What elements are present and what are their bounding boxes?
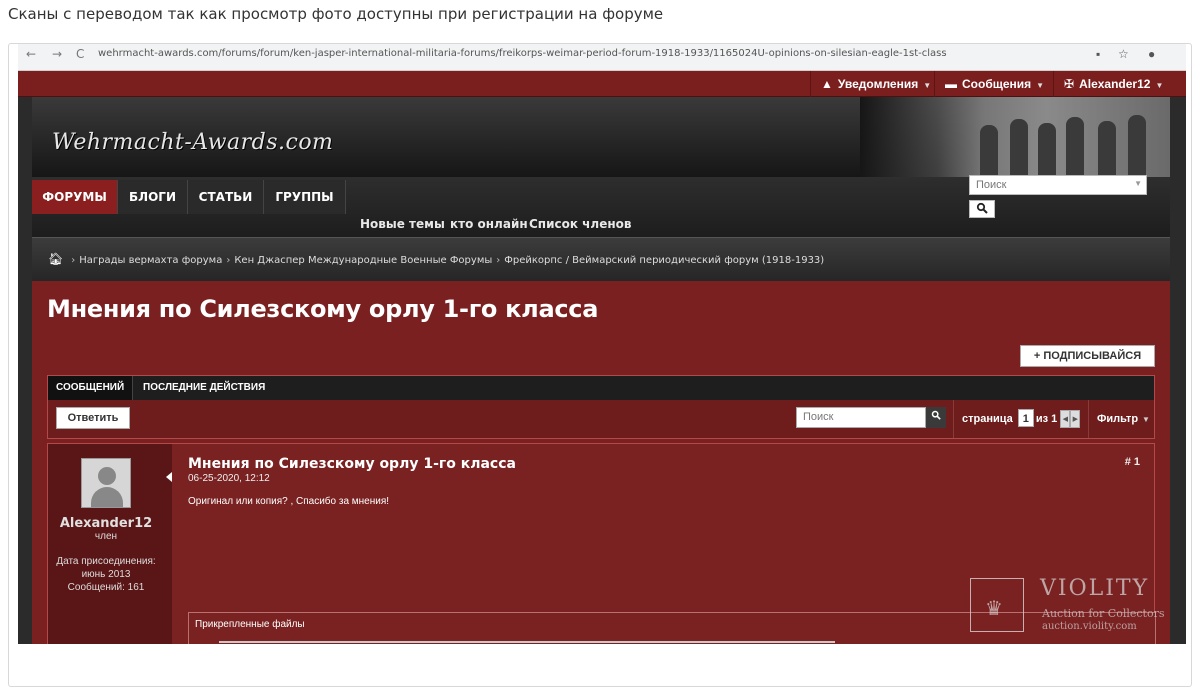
- header-photo: [860, 97, 1170, 177]
- watermark-site: auction.violity.com: [1042, 621, 1137, 632]
- star-icon[interactable]: ☆: [1118, 47, 1129, 61]
- post-title: Мнения по Силезскому орлу 1-го класса: [188, 456, 516, 472]
- subnav-who-online[interactable]: кто онлайн: [450, 217, 528, 231]
- address-bar[interactable]: wehrmacht-awards.com/forums/forum/ken-ja…: [98, 48, 947, 59]
- site-logo[interactable]: Wehrmacht-Awards.com: [52, 130, 333, 155]
- thread-panel: СООБЩЕНИЙ ПОСЛЕДНИЕ ДЕЙСТВИЯ Ответить По…: [47, 375, 1155, 439]
- post-author-name[interactable]: Alexander12: [48, 516, 164, 531]
- crown-icon: ♛: [985, 598, 1003, 620]
- subnav-new-topics[interactable]: Новые темы: [360, 217, 445, 231]
- thread-search-button[interactable]: [926, 407, 946, 428]
- filter-menu[interactable]: Фильтр ▼: [1088, 400, 1156, 438]
- post-author-role: член: [94, 531, 118, 542]
- notifications-label: Уведомления: [837, 77, 919, 91]
- post-caption: Сканы с переводом так как просмотр фото …: [8, 5, 664, 23]
- page-label: страница: [962, 413, 1013, 425]
- iron-cross-icon: ✠: [1064, 77, 1075, 91]
- breadcrumb-item[interactable]: Фрейкорпс / Веймарский периодический фор…: [504, 255, 824, 266]
- attachments-label: Прикрепленные файлы: [195, 619, 305, 630]
- bell-icon: ▲: [821, 77, 833, 91]
- back-icon[interactable]: ←: [26, 47, 36, 61]
- tab-latest-activity[interactable]: ПОСЛЕДНИЕ ДЕЙСТВИЯ: [135, 376, 273, 400]
- next-page-icon[interactable]: ▶: [1070, 410, 1081, 429]
- tab-groups[interactable]: ГРУППЫ: [264, 180, 346, 214]
- forward-icon[interactable]: →: [52, 47, 62, 61]
- messages-label: Сообщения: [962, 77, 1032, 91]
- user-menu[interactable]: ✠ Alexander12 ▼: [1053, 71, 1164, 97]
- breadcrumb-item[interactable]: Награды вермахта форума: [79, 255, 222, 266]
- photo-figure: [1038, 123, 1056, 177]
- page-total: из 1: [1035, 413, 1058, 425]
- header-search-button[interactable]: [969, 200, 995, 218]
- username-label: Alexander12: [1079, 77, 1151, 91]
- thread-tabs: СООБЩЕНИЙ ПОСЛЕДНИЕ ДЕЙСТВИЯ: [48, 376, 1154, 400]
- browser-chrome: ← → C wehrmacht-awards.com/forums/forum/…: [18, 44, 1186, 71]
- subnav-member-list[interactable]: Список членов: [529, 217, 631, 231]
- subscribe-label: ПОДПИСЫВАЙСЯ: [1043, 350, 1142, 362]
- prev-page-icon[interactable]: ◀: [1060, 410, 1071, 429]
- forum-page: Wehrmacht-Awards.com ФОРУМЫ БЛОГИ СТАТЬИ…: [32, 97, 1170, 644]
- tab-forums[interactable]: ФОРУМЫ: [32, 180, 118, 214]
- pointer-arrow-icon: [166, 472, 172, 482]
- filter-label: Фильтр: [1097, 413, 1139, 425]
- header-search-input[interactable]: Поиск ▼: [969, 175, 1147, 195]
- chat-icon: ▬: [945, 77, 957, 91]
- post-date: 06-25-2020, 12:12: [188, 473, 270, 484]
- breadcrumb-item[interactable]: Кен Джаспер Международные Военные Форумы: [234, 255, 492, 266]
- page-number-input[interactable]: 1: [1017, 409, 1034, 427]
- search-icon: [931, 410, 941, 420]
- thread-search-input[interactable]: Поиск: [796, 407, 926, 428]
- user-bar: ▲ Уведомления ▼ ▬ Сообщения ▼ ✠ Alexander12 ▼: [18, 71, 1186, 97]
- tab-posts[interactable]: СООБЩЕНИЙ: [48, 376, 134, 400]
- notifications-menu[interactable]: ▲ Уведомления ▼: [810, 71, 933, 97]
- search-placeholder: Поиск: [976, 179, 1007, 191]
- pagination: страница 1 из 1 ◀ ▶: [953, 400, 1083, 438]
- join-label: Дата присоединения:: [56, 556, 156, 567]
- post-author-pane: Alexander12 член Дата присоединения: июн…: [48, 444, 172, 644]
- site-header: Wehrmacht-Awards.com: [32, 97, 1170, 177]
- chevron-down-icon: ▼: [1155, 81, 1164, 90]
- page-title: Мнения по Силезскому орлу 1-го класса: [47, 295, 599, 323]
- avatar-body: [91, 487, 123, 507]
- watermark-brand: VIOLITY: [1040, 576, 1150, 601]
- tab-blogs[interactable]: БЛОГИ: [118, 180, 188, 214]
- forum-screenshot: ← → C wehrmacht-awards.com/forums/forum/…: [18, 44, 1186, 644]
- tab-articles[interactable]: СТАТЬИ: [188, 180, 264, 214]
- photo-figure: [1128, 115, 1146, 177]
- chevron-down-icon[interactable]: ▼: [1134, 179, 1142, 188]
- reload-icon[interactable]: C: [76, 47, 84, 61]
- photo-figure: [980, 125, 998, 177]
- photo-figure: [1066, 117, 1084, 177]
- post-body: Оригинал или копия? , Спасибо за мнения!: [188, 496, 390, 507]
- avatar-head: [98, 467, 116, 485]
- join-date: июнь 2013: [81, 569, 131, 580]
- chevron-down-icon: ▼: [1036, 81, 1045, 90]
- subscribe-button[interactable]: + ПОДПИСЫВАЙСЯ: [1020, 345, 1155, 367]
- photo-figure: [1010, 119, 1028, 177]
- extension-icon[interactable]: ▪: [1096, 47, 1100, 61]
- violity-watermark: ♛ VIOLITY Auction for Collectors auction…: [970, 576, 1170, 636]
- chevron-down-icon: ▼: [1142, 415, 1150, 424]
- reply-button[interactable]: Ответить: [56, 407, 130, 429]
- posts-count: Сообщений: 161: [67, 582, 145, 593]
- attachment-divider: [219, 641, 835, 643]
- search-icon: [976, 202, 988, 214]
- photo-figure: [1098, 121, 1116, 177]
- home-icon[interactable]: 🏠︎: [48, 252, 63, 266]
- post-author-meta: Дата присоединения: июнь 2013 Сообщений:…: [48, 555, 164, 594]
- watermark-tagline: Auction for Collectors: [1042, 607, 1165, 620]
- profile-icon[interactable]: ●: [1148, 47, 1155, 61]
- thread-toolbar: Ответить Поиск страница 1 из 1 ◀ ▶ Фильтр ▼: [48, 400, 1154, 438]
- messages-menu[interactable]: ▬ Сообщения ▼: [934, 71, 1052, 97]
- chevron-down-icon: ▼: [923, 81, 932, 90]
- avatar[interactable]: [81, 458, 131, 508]
- post-number[interactable]: # 1: [1125, 456, 1140, 468]
- breadcrumb: 🏠︎ › Награды вермахта форума › Кен Джаспер М…: [32, 237, 1170, 281]
